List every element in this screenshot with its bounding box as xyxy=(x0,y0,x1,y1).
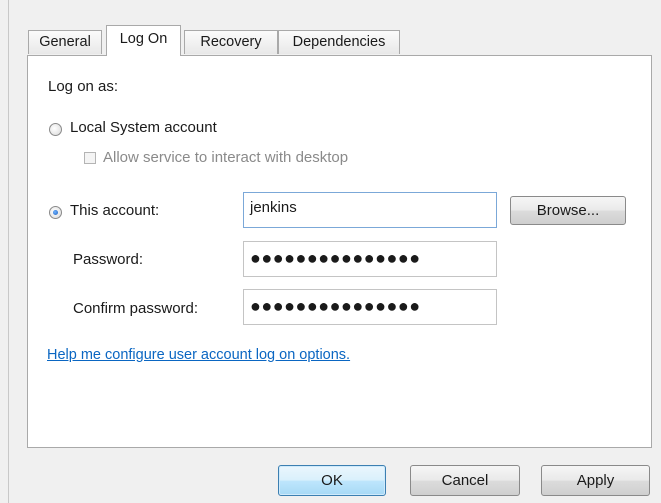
apply-button[interactable]: Apply xyxy=(541,465,650,496)
log-on-panel: Log on as: Local System account Allow se… xyxy=(27,55,652,448)
tab-dependencies[interactable]: Dependencies xyxy=(278,30,400,54)
confirm-password-input[interactable]: ●●●●●●●●●●●●●●● xyxy=(243,289,497,325)
tab-recovery[interactable]: Recovery xyxy=(184,30,278,54)
password-label: Password: xyxy=(73,251,144,268)
interact-desktop-label: Allow service to interact with desktop xyxy=(103,149,349,166)
this-account-label[interactable]: This account: xyxy=(70,202,159,219)
tab-log-on[interactable]: Log On xyxy=(106,25,181,56)
confirm-password-label: Confirm password: xyxy=(73,300,199,317)
cancel-button[interactable]: Cancel xyxy=(410,465,520,496)
ok-button[interactable]: OK xyxy=(278,465,386,496)
service-properties-dialog: General Log On Recovery Dependencies Log… xyxy=(0,0,661,503)
local-system-label[interactable]: Local System account xyxy=(70,119,217,136)
help-configure-link[interactable]: Help me configure user account log on op… xyxy=(47,347,350,363)
browse-button[interactable]: Browse... xyxy=(510,196,626,225)
this-account-radio[interactable] xyxy=(49,206,62,219)
tab-general[interactable]: General xyxy=(28,30,102,54)
local-system-radio[interactable] xyxy=(49,123,62,136)
log-on-as-heading: Log on as: xyxy=(48,78,119,95)
window-edge xyxy=(8,0,9,503)
interact-desktop-checkbox[interactable] xyxy=(84,152,96,164)
password-input[interactable]: ●●●●●●●●●●●●●●● xyxy=(243,241,497,277)
account-input[interactable]: jenkins xyxy=(243,192,497,228)
